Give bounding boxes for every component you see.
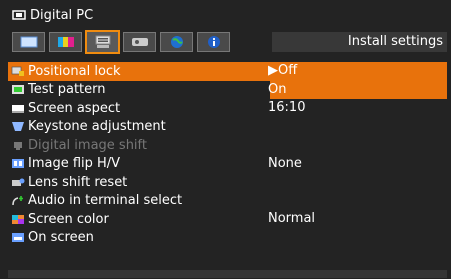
menu-item-value: On — [268, 81, 287, 97]
menu-item-positional-lock[interactable]: Positional lock ▶Off — [8, 62, 447, 81]
install-settings-icon — [95, 35, 110, 48]
menu-item-label: Keystone adjustment — [28, 119, 166, 135]
menu-item-on-screen[interactable]: On screen — [8, 229, 447, 248]
menu-item-lens-shift-reset[interactable]: Lens shift reset — [8, 173, 447, 192]
source-name: Digital PC — [30, 7, 94, 23]
projector-menu: Digital PC Install settings Positional l… — [0, 0, 451, 279]
audio-icon — [12, 196, 23, 206]
color-bars-icon — [57, 37, 74, 47]
menu-item-image-flip[interactable]: Image flip H/V None — [8, 155, 447, 174]
footer-bar — [8, 270, 447, 278]
on-screen-icon — [12, 233, 24, 243]
tab-title: Install settings — [272, 32, 447, 52]
value-highlight — [270, 80, 447, 99]
tab-info[interactable] — [197, 32, 230, 52]
screen-color-icon — [12, 214, 24, 224]
menu-item-digital-image-shift: Digital image shift — [8, 136, 447, 155]
menu-tabs: Install settings — [8, 29, 447, 55]
menu-item-label: Positional lock — [28, 63, 121, 79]
menu-item-screen-color[interactable]: Screen color Normal — [8, 210, 447, 229]
tab-install-settings[interactable] — [85, 30, 120, 54]
tab-picture[interactable] — [12, 32, 45, 52]
image-flip-icon — [12, 159, 24, 169]
menu-item-label: Digital image shift — [28, 137, 147, 153]
test-pattern-icon — [12, 85, 24, 95]
lock-icon — [11, 66, 24, 76]
menu-item-label: Screen color — [28, 211, 109, 227]
image-shift-icon — [14, 141, 22, 150]
settings-menu: Positional lock ▶Off Test pattern On Scr… — [8, 62, 447, 247]
menu-item-audio-in-terminal-select[interactable]: Audio in terminal select — [8, 192, 447, 211]
menu-item-label: On screen — [28, 230, 94, 246]
menu-item-label: Screen aspect — [28, 100, 121, 116]
keystone-icon — [12, 122, 24, 132]
menu-item-value: 16:10 — [268, 100, 306, 115]
tab-network[interactable] — [160, 32, 193, 52]
menu-item-value: Normal — [268, 211, 316, 226]
menu-item-label: Audio in terminal select — [28, 193, 183, 209]
menu-item-keystone-adjustment[interactable]: Keystone adjustment — [8, 118, 447, 137]
lens-shift-icon — [12, 178, 25, 186]
tab-color[interactable] — [49, 32, 82, 52]
input-source-icon — [12, 10, 26, 20]
network-globe-icon — [170, 36, 183, 48]
menu-item-value: None — [268, 155, 302, 171]
menu-item-label: Image flip H/V — [28, 156, 121, 172]
system-icon — [131, 38, 148, 46]
input-source-title: Digital PC — [12, 5, 93, 25]
menu-item-value: ▶Off — [268, 63, 298, 78]
picture-icon — [20, 36, 37, 48]
info-icon — [207, 36, 220, 48]
menu-item-test-pattern[interactable]: Test pattern On — [8, 80, 447, 99]
menu-item-label: Lens shift reset — [28, 174, 128, 190]
menu-item-screen-aspect[interactable]: Screen aspect 16:10 — [8, 99, 447, 118]
screen-aspect-icon — [12, 104, 24, 113]
tab-system[interactable] — [123, 32, 156, 52]
